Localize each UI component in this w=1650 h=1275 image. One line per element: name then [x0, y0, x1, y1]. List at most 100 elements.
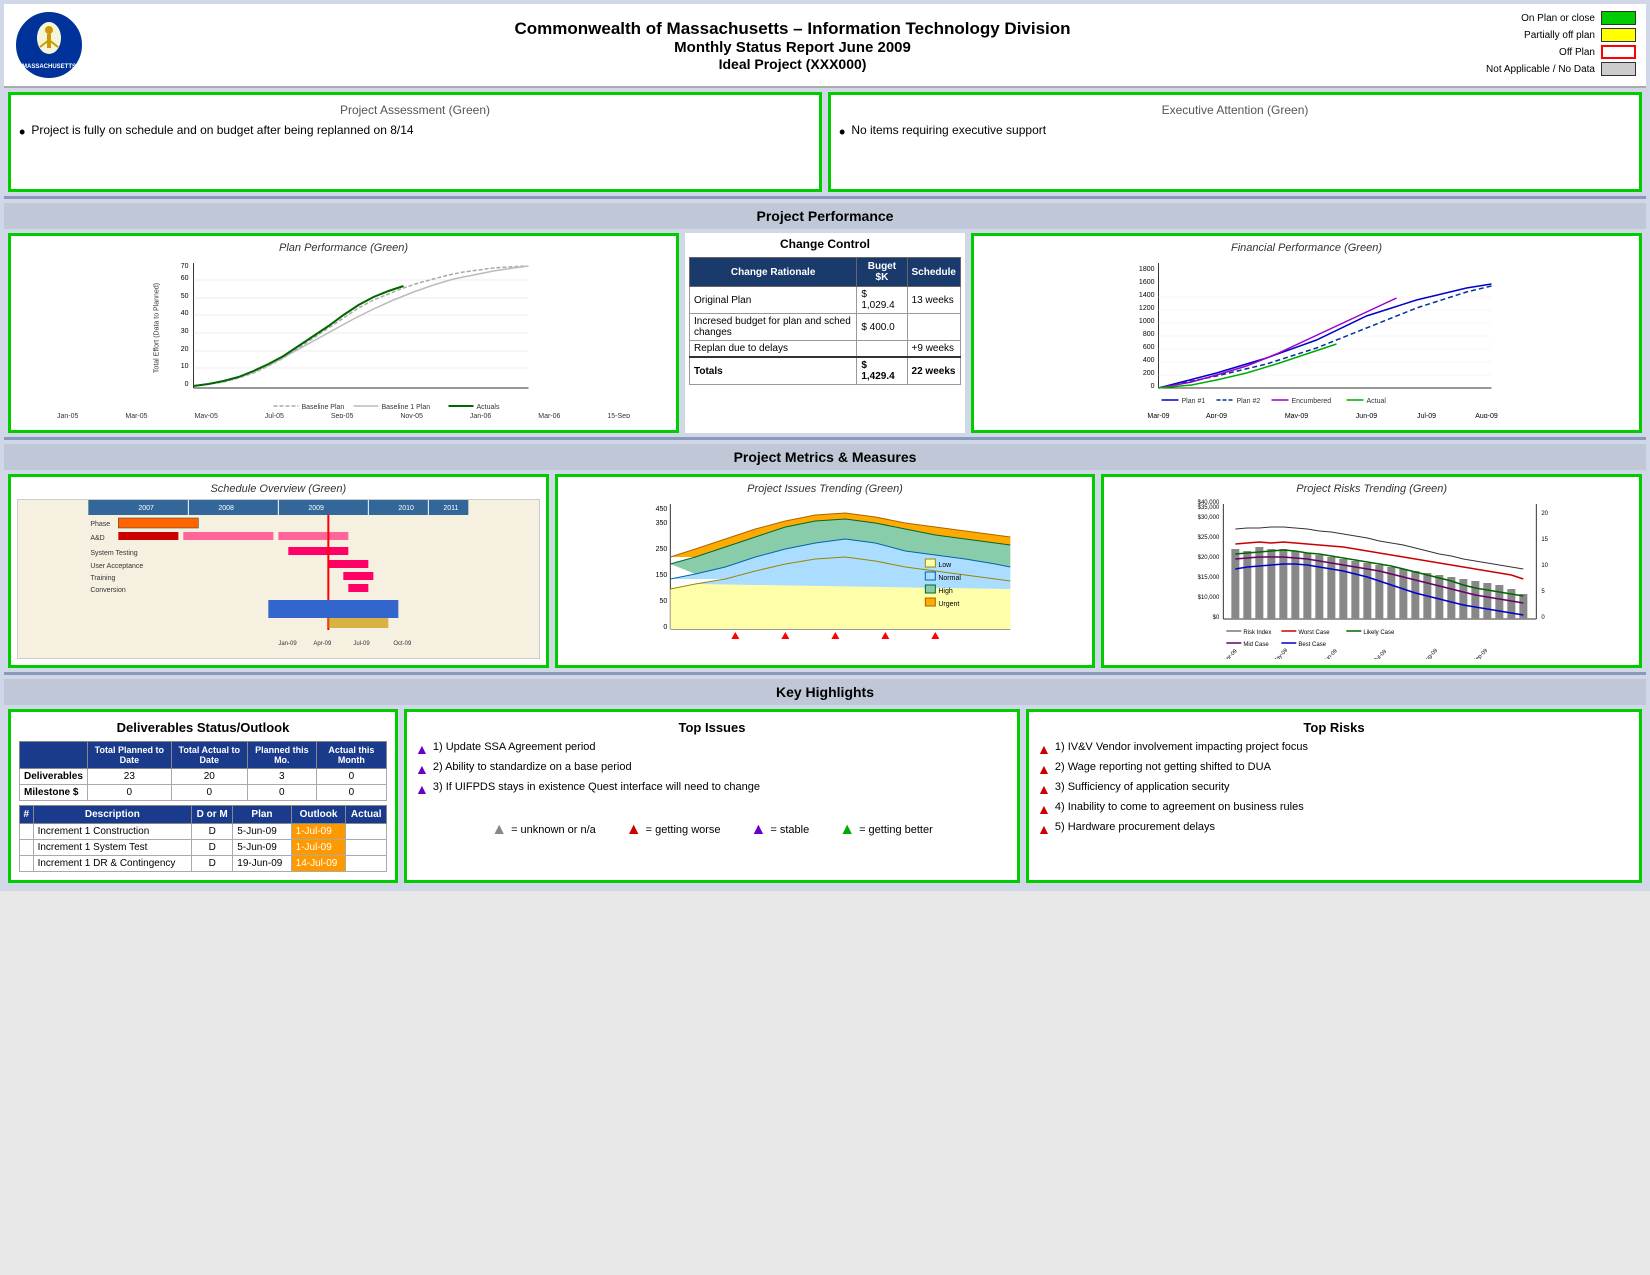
triangle-red-icon: ▲ [626, 821, 642, 839]
svg-text:Apr-09: Apr-09 [1206, 413, 1227, 418]
svg-text:Total Effort (Data to Planned): Total Effort (Data to Planned) [154, 283, 161, 373]
svg-text:50: 50 [659, 598, 667, 605]
executive-attention-title: Executive Attention (Green) [839, 103, 1631, 117]
dd-desc-3: Increment 1 DR & Contingency [33, 856, 192, 872]
svg-text:10: 10 [1542, 563, 1549, 569]
legend-worse: ▲ = getting worse [626, 821, 721, 839]
change-row-2: Incresed budget for plan and sched chang… [690, 314, 961, 341]
svg-text:Jan-09: Jan-09 [278, 641, 297, 647]
legend-gray: Not Applicable / No Data [1486, 62, 1636, 76]
svg-text:$0: $0 [1213, 615, 1220, 621]
svg-text:Low: Low [938, 562, 952, 569]
svg-text:400: 400 [1143, 357, 1155, 364]
svg-text:15: 15 [1542, 537, 1549, 543]
performance-row: Plan Performance (Green) 0 10 20 30 40 5… [8, 233, 1642, 433]
svg-text:Apr-09: Apr-09 [1223, 648, 1239, 659]
project-performance-header: Project Performance [4, 203, 1646, 229]
dd-h-dom: D or M [192, 806, 233, 824]
key-highlights-header: Key Highlights [4, 679, 1646, 705]
deliverables-detail: # Description D or M Plan Outlook Actual… [19, 805, 387, 872]
financial-performance-title: Financial Performance (Green) [980, 242, 1633, 254]
svg-text:Phase: Phase [90, 521, 110, 528]
svg-text:0: 0 [663, 624, 667, 631]
ch-rationale-1: Original Plan [690, 287, 857, 314]
legend-unknown: ▲ = unknown or n/a [491, 821, 596, 839]
risk-text-3: 3) Sufficiency of application security [1055, 781, 1230, 793]
dd-num-3 [20, 856, 34, 872]
metrics-row: Schedule Overview (Green) 2007 2008 2009… [8, 474, 1642, 668]
risk-text-2: 2) Wage reporting not getting shifted to… [1055, 761, 1271, 773]
svg-text:Jul-09: Jul-09 [353, 641, 370, 647]
deliverables-summary: Total Planned to Date Total Actual to Da… [19, 741, 387, 801]
dd-plan-2: 5-Jun-09 [233, 840, 291, 856]
svg-text:450: 450 [655, 506, 667, 513]
deliv-planned-mo-1: 3 [247, 769, 316, 785]
issue-1: ▲ 1) Update SSA Agreement period [415, 741, 1009, 757]
divider3 [4, 672, 1646, 675]
svg-text:Aug-09: Aug-09 [1423, 648, 1440, 659]
dd-desc-2: Increment 1 System Test [33, 840, 192, 856]
gantt-svg: 2007 2008 2009 2010 2011 Phase [18, 500, 539, 659]
svg-text:Apr-09: Apr-09 [313, 641, 332, 647]
svg-text:2008: 2008 [218, 505, 234, 512]
change-control-title: Change Control [780, 237, 870, 251]
risk-icon-5: ▲ [1037, 821, 1051, 837]
issue-icon-3: ▲ [415, 781, 429, 797]
svg-text:$40,000: $40,000 [1198, 500, 1220, 506]
plan-performance-chart: 0 10 20 30 40 50 60 70 [17, 258, 670, 418]
change-row-1: Original Plan $ 1,029.4 13 weeks [690, 287, 961, 314]
svg-text:Normal: Normal [938, 575, 961, 582]
dd-actual-3 [346, 856, 387, 872]
dd-dom-2: D [192, 840, 233, 856]
executive-attention-text: No items requiring executive support [851, 123, 1046, 137]
plan-performance-box: Plan Performance (Green) 0 10 20 30 40 5… [8, 233, 679, 433]
risk-icon-1: ▲ [1037, 741, 1051, 757]
ch-budget-1: $ 1,029.4 [857, 287, 907, 314]
svg-text:1800: 1800 [1139, 266, 1155, 273]
svg-text:0: 0 [1542, 615, 1546, 621]
deliv-h-actual-mo: Actual this Month [316, 742, 386, 769]
risk-5: ▲ 5) Hardware procurement delays [1037, 821, 1631, 837]
ch-budget-3 [857, 341, 907, 358]
highlights-row: Deliverables Status/Outlook Total Planne… [8, 709, 1642, 883]
risk-icon-4: ▲ [1037, 801, 1051, 817]
svg-text:System Testing: System Testing [90, 550, 137, 557]
legend-box-gray [1601, 62, 1636, 76]
triangle-purple-icon: ▲ [751, 821, 767, 839]
svg-text:Encumbered: Encumbered [1292, 398, 1332, 405]
risk-text-5: 5) Hardware procurement delays [1055, 821, 1215, 833]
schedule-overview-box: Schedule Overview (Green) 2007 2008 2009… [8, 474, 549, 668]
svg-text:10: 10 [181, 363, 189, 370]
deliverables-title: Deliverables Status/Outlook [19, 720, 387, 735]
ch-schedule-3: +9 weeks [907, 341, 960, 358]
deliv-planned-2: 0 [87, 785, 171, 801]
dd-desc-1: Increment 1 Construction [33, 824, 192, 840]
svg-text:User Acceptance: User Acceptance [90, 563, 143, 570]
financial-svg: 0 200 400 600 800 1000 1200 1400 1600 18… [980, 258, 1633, 418]
financial-performance-chart: 0 200 400 600 800 1000 1200 1400 1600 18… [980, 258, 1633, 418]
title-line2: Monthly Status Report June 2009 [99, 39, 1486, 56]
legend-box-red [1601, 45, 1636, 59]
dd-h-desc: Description [33, 806, 192, 824]
svg-text:Plan #2: Plan #2 [1237, 398, 1261, 405]
dd-plan-1: 5-Jun-09 [233, 824, 291, 840]
divider1 [4, 196, 1646, 199]
issue-3: ▲ 3) If UIFPDS stays in existence Quest … [415, 781, 1009, 797]
bullet-icon: • [19, 123, 25, 141]
top-risks-box: Top Risks ▲ 1) IV&V Vendor involvement i… [1026, 709, 1642, 883]
svg-text:40: 40 [181, 310, 189, 317]
deliv-label-1: Deliverables [20, 769, 88, 785]
svg-text:Urgent: Urgent [938, 601, 959, 608]
svg-text:250: 250 [655, 546, 667, 553]
deliv-summary-row-1: Deliverables 23 20 3 0 [20, 769, 387, 785]
issue-text-1: 1) Update SSA Agreement period [433, 741, 596, 753]
ch-schedule-1: 13 weeks [907, 287, 960, 314]
triangle-green-icon: ▲ [839, 821, 855, 839]
logo: MASSACHUSETTS [14, 10, 84, 80]
gantt-chart: 2007 2008 2009 2010 2011 Phase [17, 499, 540, 659]
svg-text:1400: 1400 [1139, 292, 1155, 299]
change-control-table: Change Rationale Buget $K Schedule Origi… [689, 257, 961, 385]
svg-text:Jun-09: Jun-09 [1323, 648, 1339, 659]
svg-text:Sep-09: Sep-09 [1473, 648, 1490, 659]
plan-performance-svg: 0 10 20 30 40 50 60 70 [17, 258, 670, 418]
